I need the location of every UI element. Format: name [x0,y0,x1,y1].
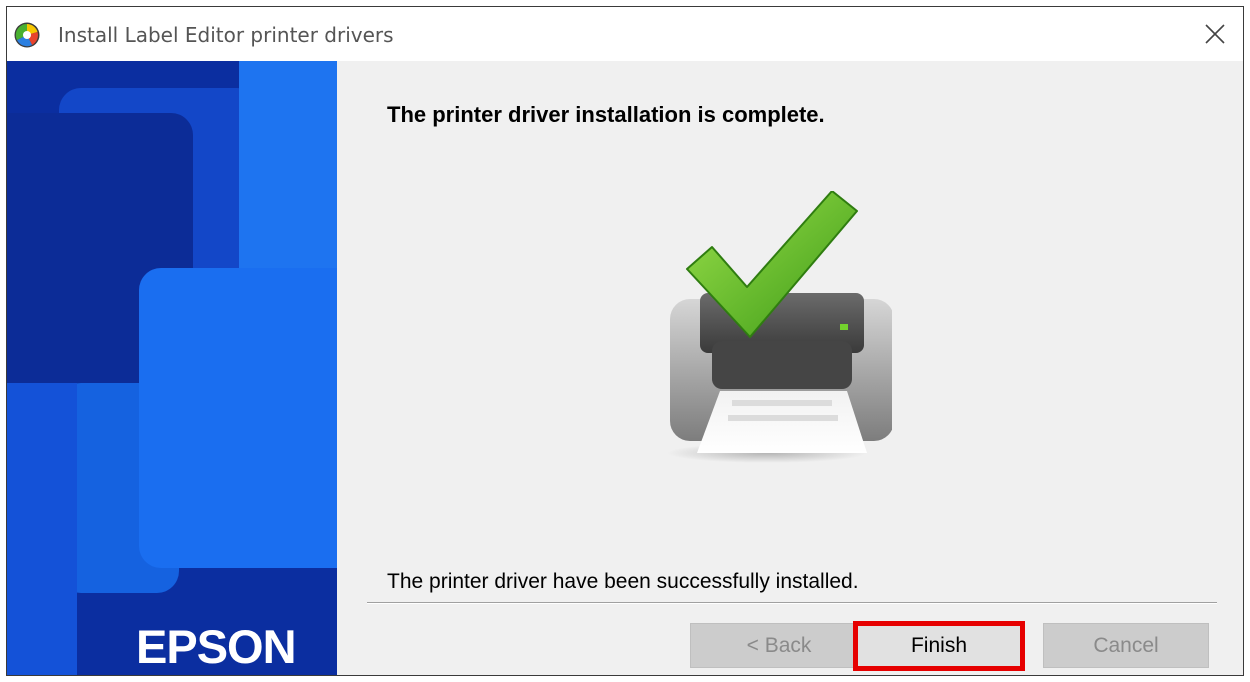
content-panel: The printer driver installation is compl… [337,61,1243,675]
brand-sidebar: EPSON [7,61,337,675]
finish-button[interactable]: Finish [853,621,1025,671]
sidebar-decor-shape [239,61,337,303]
app-icon [14,22,40,48]
printer-with-checkmark-icon [667,191,892,463]
divider [367,602,1217,604]
epson-logo: EPSON [136,620,297,673]
back-button[interactable]: < Back [690,623,868,668]
sidebar-decor-shape [7,383,77,675]
page-heading: The printer driver installation is compl… [387,102,825,127]
sidebar-decor-shape [139,268,337,568]
cancel-button[interactable]: Cancel [1043,623,1209,668]
close-button[interactable] [1187,7,1243,61]
installer-window: Install Label Editor printer drivers EPS… [6,6,1244,676]
status-message: The printer driver have been successfull… [387,570,859,593]
title-bar: Install Label Editor printer drivers [7,7,1243,61]
window-title: Install Label Editor printer drivers [58,23,394,47]
close-icon [1205,24,1225,44]
